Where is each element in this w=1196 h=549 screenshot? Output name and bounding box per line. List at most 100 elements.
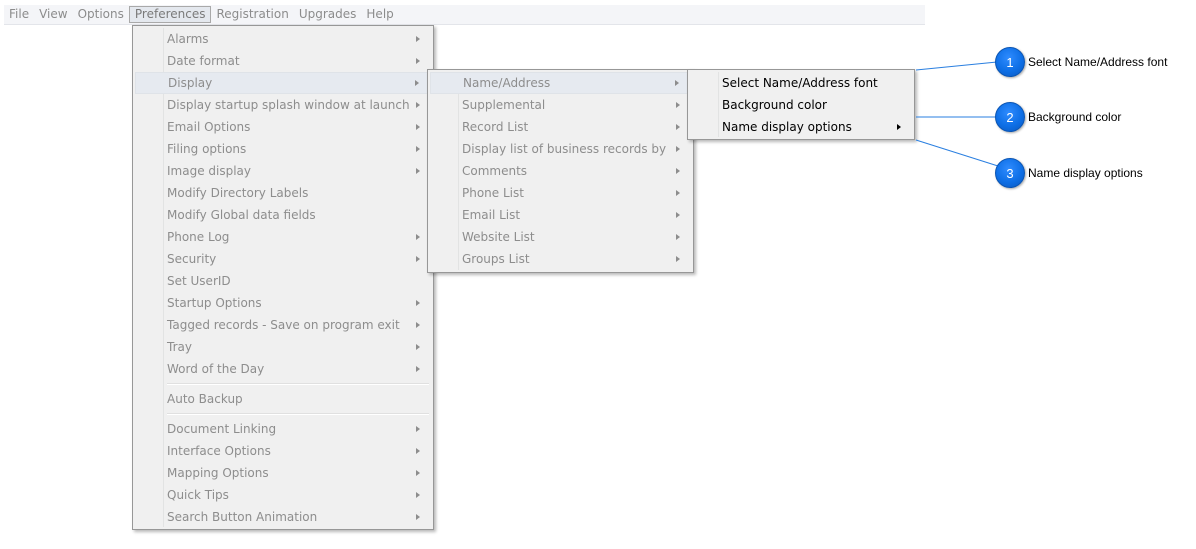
callout-badge-3: 3 bbox=[995, 158, 1025, 188]
menu-item-comments[interactable]: Comments bbox=[430, 160, 691, 182]
menu-item-security[interactable]: Security bbox=[135, 248, 431, 270]
menu-item-label: Name/Address bbox=[463, 76, 551, 90]
menu-item-label: Quick Tips bbox=[167, 488, 229, 502]
callout-label-3: Name display options bbox=[1028, 166, 1143, 180]
menu-item-modify-directory-labels[interactable]: Modify Directory Labels bbox=[135, 182, 431, 204]
menu-item-supplemental[interactable]: Supplemental bbox=[430, 94, 691, 116]
menu-item-label: Phone List bbox=[462, 186, 524, 200]
submenu-arrow-icon bbox=[676, 190, 680, 196]
submenu-arrow-icon bbox=[676, 168, 680, 174]
submenu-arrow-icon bbox=[416, 36, 420, 42]
menu-item-label: Filing options bbox=[167, 142, 247, 156]
submenu-arrow-icon bbox=[897, 124, 901, 130]
menu-item-mapping-options[interactable]: Mapping Options bbox=[135, 462, 431, 484]
menu-item-label: Alarms bbox=[167, 32, 209, 46]
name-address-submenu: Select Name/Address font Background colo… bbox=[687, 69, 915, 140]
submenu-arrow-icon bbox=[416, 146, 420, 152]
submenu-arrow-icon bbox=[416, 448, 420, 454]
menu-item-document-linking[interactable]: Document Linking bbox=[135, 418, 431, 440]
menu-item-background-color[interactable]: Background color bbox=[690, 94, 912, 116]
menu-item-startup-options[interactable]: Startup Options bbox=[135, 292, 431, 314]
submenu-arrow-icon bbox=[676, 124, 680, 130]
menu-item-label: Tagged records - Save on program exit bbox=[167, 318, 400, 332]
submenu-arrow-icon bbox=[676, 146, 680, 152]
menu-item-label: Record List bbox=[462, 120, 529, 134]
submenu-arrow-icon bbox=[416, 492, 420, 498]
menu-item-label: Mapping Options bbox=[167, 466, 269, 480]
menu-item-email-options[interactable]: Email Options bbox=[135, 116, 431, 138]
menu-item-label: Website List bbox=[462, 230, 535, 244]
submenu-arrow-icon bbox=[415, 80, 419, 86]
menu-item-label: Startup Options bbox=[167, 296, 262, 310]
menu-item-label: Groups List bbox=[462, 252, 530, 266]
submenu-arrow-icon bbox=[416, 168, 420, 174]
menu-item-label: Comments bbox=[462, 164, 528, 178]
menu-item-record-list[interactable]: Record List bbox=[430, 116, 691, 138]
menu-item-tagged-records[interactable]: Tagged records - Save on program exit bbox=[135, 314, 431, 336]
menubar-upgrades[interactable]: Upgrades bbox=[294, 6, 362, 23]
leader-line-1 bbox=[915, 61, 998, 71]
menu-item-label: Background color bbox=[722, 98, 827, 112]
menu-item-groups-list[interactable]: Groups List bbox=[430, 248, 691, 270]
submenu-arrow-icon bbox=[676, 256, 680, 262]
submenu-arrow-icon bbox=[416, 300, 420, 306]
menu-item-name-display-options[interactable]: Name display options bbox=[690, 116, 912, 138]
preferences-menu: Alarms Date format Display Display start… bbox=[132, 25, 434, 530]
menu-item-phone-log[interactable]: Phone Log bbox=[135, 226, 431, 248]
menu-item-label: Auto Backup bbox=[167, 392, 243, 406]
menu-item-auto-backup[interactable]: Auto Backup bbox=[135, 388, 431, 410]
menu-item-label: Document Linking bbox=[167, 422, 277, 436]
menu-item-label: Tray bbox=[167, 340, 192, 354]
menu-item-label: Display startup splash window at launch bbox=[167, 98, 410, 112]
menu-item-quick-tips[interactable]: Quick Tips bbox=[135, 484, 431, 506]
submenu-arrow-icon bbox=[416, 366, 420, 372]
menu-item-name-address[interactable]: Name/Address bbox=[430, 72, 691, 94]
menu-item-label: Image display bbox=[167, 164, 252, 178]
menu-item-modify-global-data-fields[interactable]: Modify Global data fields bbox=[135, 204, 431, 226]
menubar-view[interactable]: View bbox=[34, 6, 72, 23]
menu-item-tray[interactable]: Tray bbox=[135, 336, 431, 358]
menu-item-label: Set UserID bbox=[167, 274, 231, 288]
menu-item-select-name-address-font[interactable]: Select Name/Address font bbox=[690, 72, 912, 94]
menu-item-label: Phone Log bbox=[167, 230, 230, 244]
submenu-arrow-icon bbox=[416, 426, 420, 432]
menubar-preferences[interactable]: Preferences bbox=[128, 6, 212, 23]
submenu-arrow-icon bbox=[675, 80, 679, 86]
submenu-arrow-icon bbox=[676, 102, 680, 108]
submenu-arrow-icon bbox=[416, 514, 420, 520]
menu-item-email-list[interactable]: Email List bbox=[430, 204, 691, 226]
callout-label-2: Background color bbox=[1028, 110, 1122, 124]
menu-item-label: Search Button Animation bbox=[167, 510, 318, 524]
menu-item-search-button-animation[interactable]: Search Button Animation bbox=[135, 506, 431, 528]
menu-item-label: Supplemental bbox=[462, 98, 546, 112]
menubar-help[interactable]: Help bbox=[361, 6, 398, 23]
menu-item-interface-options[interactable]: Interface Options bbox=[135, 440, 431, 462]
submenu-arrow-icon bbox=[416, 322, 420, 328]
menu-item-image-display[interactable]: Image display bbox=[135, 160, 431, 182]
menu-item-date-format[interactable]: Date format bbox=[135, 50, 431, 72]
callout-badge-2: 2 bbox=[995, 102, 1025, 132]
menu-item-label: Name display options bbox=[722, 120, 852, 134]
menubar-options[interactable]: Options bbox=[73, 6, 129, 23]
callout-label-1: Select Name/Address font bbox=[1028, 55, 1168, 69]
callout-badge-1: 1 bbox=[995, 47, 1025, 77]
menu-item-display[interactable]: Display bbox=[135, 72, 431, 94]
submenu-arrow-icon bbox=[416, 256, 420, 262]
menu-item-display-startup-splash[interactable]: Display startup splash window at launch bbox=[135, 94, 431, 116]
menu-item-label: Word of the Day bbox=[167, 362, 265, 376]
menu-item-set-userid[interactable]: Set UserID bbox=[135, 270, 431, 292]
menubar-file[interactable]: File bbox=[4, 6, 34, 23]
menu-item-label: Display list of business records by bbox=[462, 142, 667, 156]
menu-item-word-of-the-day[interactable]: Word of the Day bbox=[135, 358, 431, 380]
menu-item-alarms[interactable]: Alarms bbox=[135, 28, 431, 50]
leader-line-3 bbox=[915, 139, 999, 167]
menu-item-label: Modify Directory Labels bbox=[167, 186, 309, 200]
menu-item-display-list-business-records[interactable]: Display list of business records by bbox=[430, 138, 691, 160]
menu-item-phone-list[interactable]: Phone List bbox=[430, 182, 691, 204]
menubar-registration[interactable]: Registration bbox=[211, 6, 293, 23]
menu-item-filing-options[interactable]: Filing options bbox=[135, 138, 431, 160]
menu-item-website-list[interactable]: Website List bbox=[430, 226, 691, 248]
menu-item-label: Interface Options bbox=[167, 444, 271, 458]
submenu-arrow-icon bbox=[676, 234, 680, 240]
menu-item-label: Security bbox=[167, 252, 217, 266]
